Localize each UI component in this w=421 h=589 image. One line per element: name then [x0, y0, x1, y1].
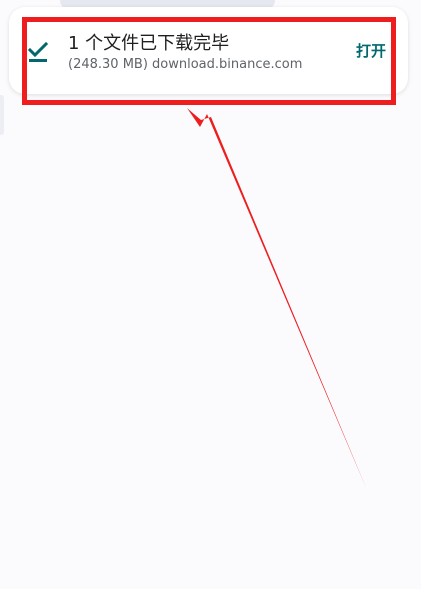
annotation-arrow	[187, 108, 367, 490]
